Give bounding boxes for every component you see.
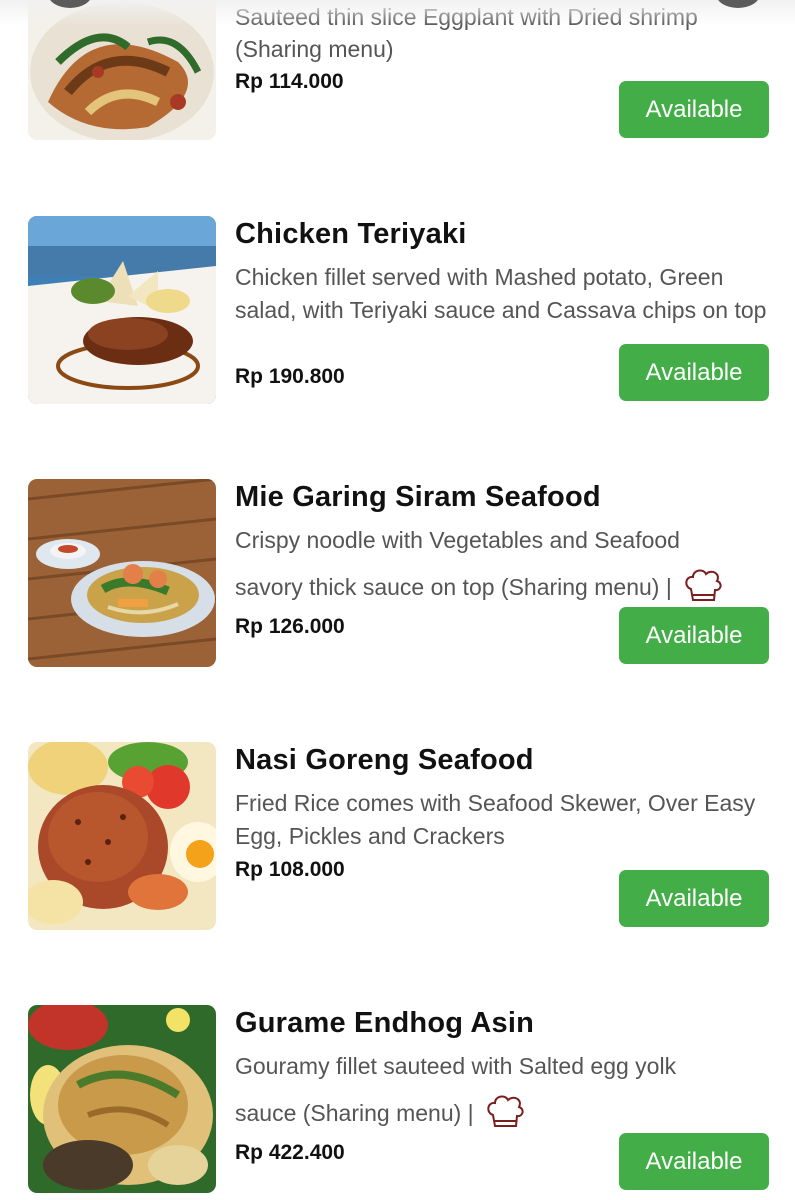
item-description-text: savory thick sauce on top (Sharing menu)… bbox=[235, 573, 672, 600]
available-button[interactable]: Available bbox=[619, 607, 769, 664]
item-price: Rp 190.800 bbox=[235, 365, 345, 388]
item-title: Gurame Endhog Asin bbox=[235, 1007, 534, 1039]
item-description-cont: savory thick sauce on top (Sharing menu)… bbox=[235, 567, 724, 607]
item-description: Sauteed thin slice Eggplant with Dried s… bbox=[235, 4, 698, 30]
chef-hat-icon bbox=[685, 569, 722, 601]
dish-photo bbox=[28, 742, 216, 930]
item-description-text: sauce (Sharing menu) | bbox=[235, 1099, 474, 1126]
menu-page: Sauteed thin slice Eggplant with Dried s… bbox=[0, 0, 795, 1200]
available-button[interactable]: Available bbox=[619, 1133, 769, 1190]
item-price: Rp 108.000 bbox=[235, 858, 345, 881]
available-button[interactable]: Available bbox=[619, 870, 769, 927]
share-button[interactable] bbox=[716, 0, 760, 8]
item-price: Rp 422.400 bbox=[235, 1141, 345, 1164]
item-description: Gouramy fillet sauteed with Salted egg y… bbox=[235, 1053, 677, 1079]
item-description: Chicken fillet served with Mashed potato… bbox=[235, 264, 767, 323]
item-description: Crispy noodle with Vegetables and Seafoo… bbox=[235, 527, 680, 553]
item-description-cont: (Sharing menu) bbox=[235, 36, 394, 62]
item-price: Rp 126.000 bbox=[235, 615, 345, 638]
dish-photo bbox=[28, 216, 216, 404]
item-title: Mie Garing Siram Seafood bbox=[235, 481, 601, 513]
dish-photo bbox=[28, 0, 216, 140]
item-price: Rp 114.000 bbox=[235, 70, 344, 93]
dish-photo bbox=[28, 479, 216, 667]
available-button[interactable]: Available bbox=[619, 344, 769, 401]
dish-photo bbox=[28, 1005, 216, 1193]
item-description: Fried Rice comes with Seafood Skewer, Ov… bbox=[235, 790, 756, 849]
item-description-cont: sauce (Sharing menu) | bbox=[235, 1093, 526, 1133]
item-title: Nasi Goreng Seafood bbox=[235, 744, 534, 776]
available-button[interactable]: Available bbox=[619, 81, 769, 138]
item-title: Chicken Teriyaki bbox=[235, 218, 467, 250]
chef-hat-icon bbox=[487, 1095, 524, 1127]
